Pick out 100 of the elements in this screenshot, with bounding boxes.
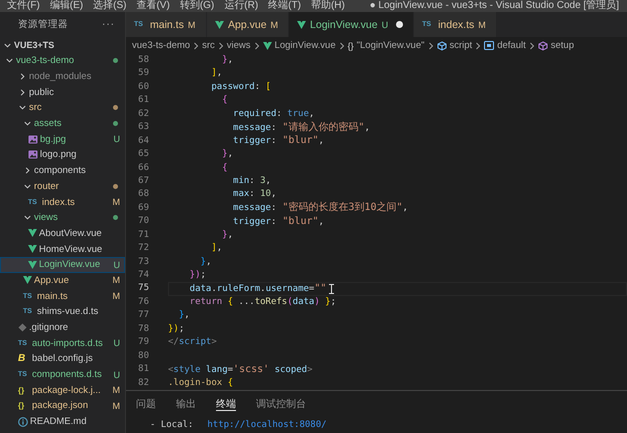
line-number: 59 xyxy=(137,67,150,80)
breadcrumb-item[interactable]: script xyxy=(450,40,472,51)
panel-tab[interactable]: 终端 xyxy=(216,397,236,411)
line-number: 77 xyxy=(137,309,150,322)
folder-item[interactable]: components xyxy=(0,162,125,178)
vue-icon xyxy=(297,20,306,28)
menu-item[interactable]: 运行(R) xyxy=(219,0,264,12)
line-number: 76 xyxy=(137,296,150,309)
code-line: max: 10, xyxy=(232,188,276,202)
menu-item[interactable]: 选择(S) xyxy=(88,0,132,12)
panel-tab[interactable]: 问题 xyxy=(136,397,156,411)
breadcrumb-item[interactable]: src xyxy=(202,40,215,51)
code-line: trigger: "blur", xyxy=(232,214,324,229)
code-line: { xyxy=(221,94,228,108)
breadcrumb-item[interactable]: vue3-ts-demo xyxy=(132,40,190,51)
git-status-label: U xyxy=(114,338,120,348)
folder-item[interactable]: src xyxy=(0,100,125,116)
chevron-right-icon xyxy=(193,42,200,50)
image-icon xyxy=(28,150,38,160)
menu-item[interactable]: 转到(G) xyxy=(174,0,220,12)
code-line: }); xyxy=(188,269,206,282)
code-line: }, xyxy=(200,256,212,269)
sidebar-title: 资源管理器 xyxy=(18,18,68,31)
editor-tab[interactable]: LoginView.vue U xyxy=(289,12,414,37)
file-item[interactable]: App.vue M xyxy=(0,272,125,288)
braces-icon: {} xyxy=(18,401,30,410)
line-number: 81 xyxy=(137,363,150,376)
panel-tab[interactable]: 输出 xyxy=(176,397,196,411)
folder-item[interactable]: public xyxy=(0,84,125,100)
folder-item[interactable]: node_modules xyxy=(0,68,125,84)
breadcrumb-item[interactable]: LoginView.vue xyxy=(274,40,336,51)
breadcrumb-item[interactable]: default xyxy=(497,40,526,51)
menu-item[interactable]: 帮助(H) xyxy=(306,0,350,12)
line-number: 78 xyxy=(137,322,150,336)
code-line: }); xyxy=(168,322,184,336)
folder-item[interactable]: vue3-ts-demo xyxy=(0,53,125,69)
menu-item[interactable]: 查看(V) xyxy=(131,0,175,12)
variable-icon xyxy=(484,41,494,50)
file-item[interactable]: B babel.config.js xyxy=(0,351,125,367)
babel-icon: B xyxy=(18,353,30,364)
image-icon xyxy=(28,134,38,144)
git-status-label: M xyxy=(112,400,120,411)
file-item[interactable]: {} package-lock.j... M xyxy=(0,382,125,398)
code-line: </script> xyxy=(168,336,217,350)
file-item[interactable]: LoginView.vue U xyxy=(0,256,125,273)
git-status-label: M xyxy=(112,291,120,302)
chevron-right-icon xyxy=(475,42,482,50)
line-number: 70 xyxy=(137,215,150,228)
menu-item[interactable]: 编辑(E) xyxy=(44,0,88,12)
folder-item[interactable]: router xyxy=(0,178,125,194)
line-number: 66 xyxy=(137,162,150,174)
code-line: .login-box { xyxy=(168,376,234,390)
code-line: return { ...toRefs(data) }; xyxy=(188,296,336,309)
breadcrumb-item[interactable]: setup xyxy=(550,40,574,51)
file-item[interactable]: bg.jpg U xyxy=(0,131,125,148)
file-item[interactable]: HomeView.vue xyxy=(0,241,125,257)
line-number: 60 xyxy=(137,80,150,94)
unsaved-dot xyxy=(396,21,404,28)
panel-tab[interactable]: 调试控制台 xyxy=(256,397,306,411)
terminal-link[interactable]: http://localhost:8080/ xyxy=(207,420,327,430)
more-actions-button[interactable]: ··· xyxy=(102,19,115,30)
braces-icon: {} xyxy=(18,386,30,395)
line-number: 71 xyxy=(137,228,150,242)
code-line: trigger: "blur", xyxy=(232,134,324,148)
cube-icon xyxy=(436,40,446,50)
line-number: 75 xyxy=(137,282,150,296)
file-item[interactable]: logo.png xyxy=(0,147,125,163)
line-number: 65 xyxy=(137,148,150,162)
line-number: 64 xyxy=(137,134,150,148)
chevron-right-icon xyxy=(218,42,224,50)
line-number: 74 xyxy=(137,269,150,282)
chevron-down-icon xyxy=(23,213,32,222)
code-line: }, xyxy=(221,54,234,67)
code-line: min: 3, xyxy=(232,174,271,188)
git-status-label: M xyxy=(112,275,120,286)
folder-item[interactable]: views xyxy=(0,210,125,226)
file-item[interactable]: README.md xyxy=(0,414,125,430)
git-status-label: U xyxy=(114,134,120,144)
file-item[interactable]: {} package.json M xyxy=(0,398,125,414)
menu-item[interactable]: 终端(T) xyxy=(263,0,306,12)
line-number: 72 xyxy=(137,242,150,256)
line-number: 68 xyxy=(137,188,150,202)
line-number: 73 xyxy=(137,256,150,269)
code-line: <style lang='scss' scoped> xyxy=(168,362,313,377)
chevron-right-icon xyxy=(254,42,260,50)
editor-tab[interactable]: App.vue M xyxy=(207,12,290,37)
git-status-label: U xyxy=(114,370,120,380)
braces-icon: {} xyxy=(348,40,354,50)
file-item[interactable]: AboutView.vue xyxy=(0,226,125,242)
file-item[interactable]: .gitignore xyxy=(0,320,125,336)
breadcrumb-item[interactable]: "LoginView.vue" xyxy=(356,40,424,51)
workspace-section-header[interactable]: VUE3+TS xyxy=(0,37,125,53)
folder-item[interactable]: assets xyxy=(0,116,125,132)
git-status-label: M xyxy=(112,197,120,208)
breadcrumb-item[interactable]: views xyxy=(226,40,251,51)
line-number: 63 xyxy=(137,121,150,134)
code-line: }, xyxy=(221,148,234,162)
code-line: data.ruleForm.username="" xyxy=(188,282,326,296)
window-title: ● LoginView.vue - vue3+ts - Visual Studio Code [管理员] xyxy=(370,0,620,12)
chevron-right-icon xyxy=(428,42,434,50)
